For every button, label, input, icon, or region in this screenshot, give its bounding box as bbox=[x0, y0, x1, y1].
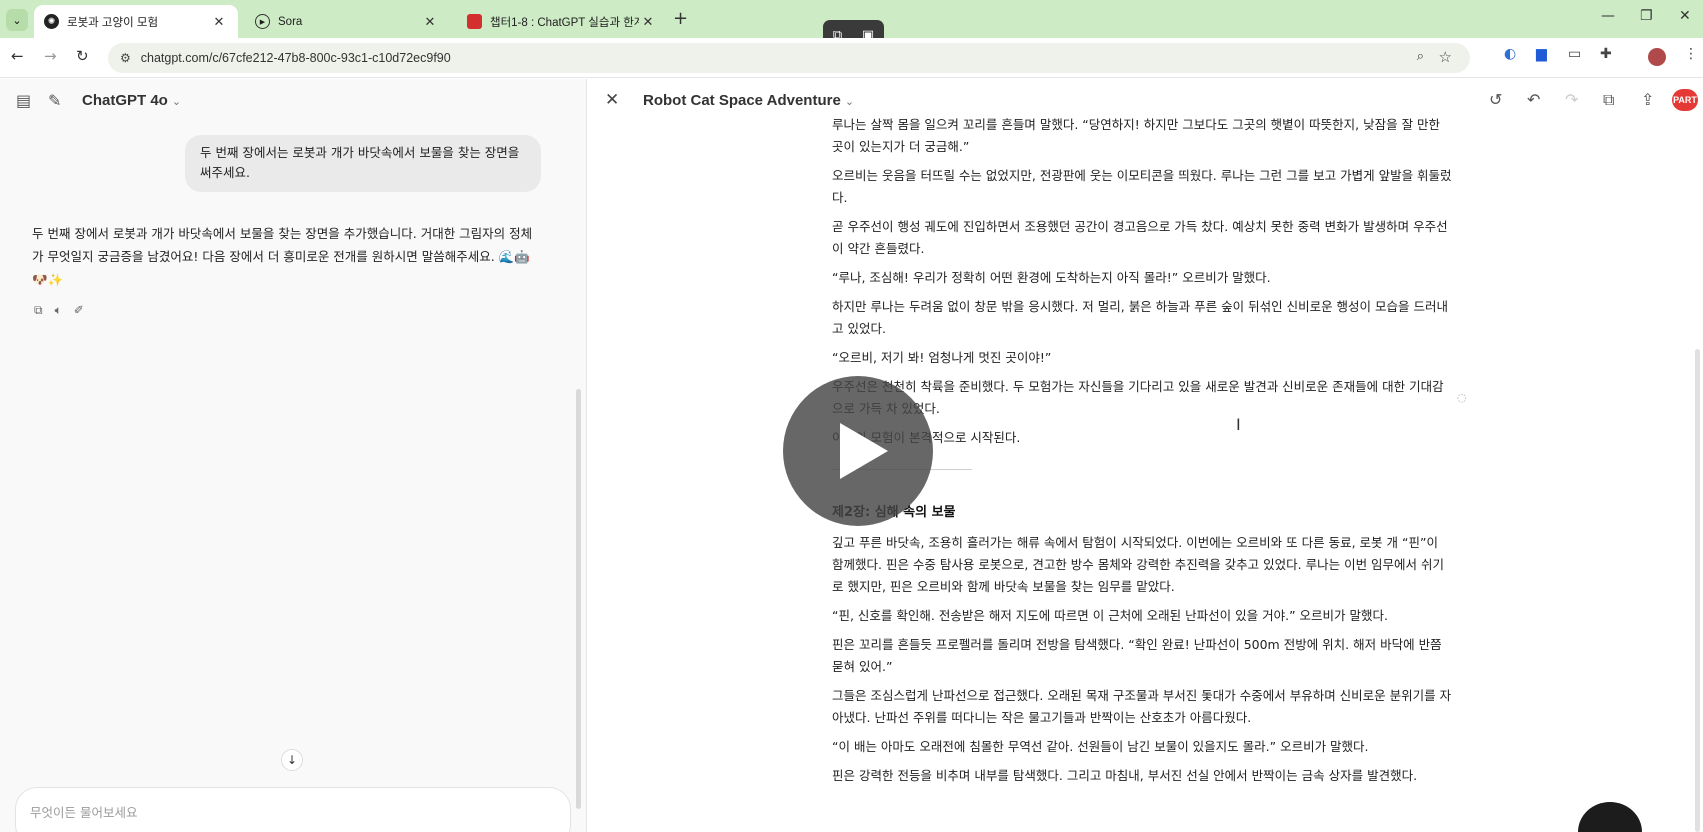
close-window-icon[interactable]: ✕ bbox=[1679, 8, 1691, 24]
version-history-icon[interactable]: ↺ bbox=[1489, 90, 1502, 109]
site-info-icon[interactable]: ⚙ bbox=[120, 51, 131, 65]
bookmark-star-icon[interactable]: ☆ bbox=[1439, 48, 1452, 66]
play-icon bbox=[840, 423, 888, 479]
message-composer[interactable]: 무엇이든 물어보세요 bbox=[15, 787, 571, 832]
chapter-heading: 제2장: 심해 속의 보물 bbox=[832, 505, 956, 520]
sidebar-toggle-icon[interactable]: ▤ bbox=[16, 91, 31, 110]
paragraph: “핀, 신호를 확인해. 전송받은 해저 지도에 따르면 이 근처에 오래된 난… bbox=[832, 608, 1388, 623]
comment-bubble-icon[interactable]: ◌ bbox=[1457, 391, 1467, 404]
paragraph: “이 배는 아마도 오래전에 침몰한 무역선 같아. 선원들이 남긴 보물이 있… bbox=[832, 739, 1369, 754]
paragraph: 핀은 꼬리를 흔들듯 프로펠러를 돌리며 전방을 탐색했다. “확인 완료! 난… bbox=[832, 637, 1442, 674]
canvas-panel: ✕ Robot Cat Space Adventure ⌄ ↺ ↶ ↷ ⧉ ⇪ P… bbox=[586, 79, 1703, 832]
composer-placeholder[interactable]: 무엇이든 물어보세요 bbox=[30, 805, 137, 820]
browser-tab-active[interactable]: ✺ 로봇과 고양이 모험 ✕ bbox=[34, 5, 238, 38]
extension-cast-icon[interactable]: ▭ bbox=[1568, 46, 1581, 62]
browser-menu-icon[interactable]: ⋮ bbox=[1684, 46, 1698, 62]
paragraph: 하지만 루나는 두려움 없이 창문 밖을 응시했다. 저 멀리, 붉은 하늘과 … bbox=[832, 299, 1448, 336]
close-tab-icon[interactable]: ✕ bbox=[639, 14, 657, 30]
paragraph: 곧 우주선이 행성 궤도에 진입하면서 조용했던 공간이 경고음으로 가득 찼다… bbox=[832, 219, 1448, 256]
video-play-button[interactable] bbox=[783, 376, 933, 526]
model-selector[interactable]: ChatGPT 4o ⌄ bbox=[82, 92, 181, 109]
text-cursor-icon: I bbox=[1236, 415, 1241, 434]
user-avatar[interactable]: PART bbox=[1672, 89, 1698, 111]
profile-avatar-icon[interactable] bbox=[1648, 48, 1666, 66]
paragraph: “루나, 조심해! 우리가 정확히 어떤 환경에 도착하는지 아직 몰라!” 오… bbox=[832, 270, 1271, 285]
copy-document-icon[interactable]: ⧉ bbox=[1603, 90, 1614, 110]
address-bar[interactable]: ⚙ chatgpt.com/c/67cfe212-47b8-800c-93c1-… bbox=[108, 43, 1470, 73]
tab-title: 챕터1-8 : ChatGPT 실습과 한계 bbox=[490, 16, 639, 29]
model-name: ChatGPT 4o bbox=[82, 92, 168, 109]
chat-scrollbar[interactable] bbox=[576, 389, 581, 809]
extension-trello-icon[interactable]: ▆ bbox=[1536, 46, 1547, 62]
browser-toolbar: ← → ↻ ⚙ chatgpt.com/c/67cfe212-47b8-800c… bbox=[0, 38, 1703, 78]
tab-title: 로봇과 고양이 모험 bbox=[67, 16, 159, 29]
chat-panel: ▤ ✎ ChatGPT 4o ⌄ 두 번째 장에서는 로봇과 개가 바닷속에서 보… bbox=[0, 79, 586, 832]
new-tab-icon[interactable]: + bbox=[673, 8, 688, 29]
chevron-down-icon: ⌄ bbox=[171, 96, 182, 108]
paragraph: 깊고 푸른 바닷속, 조용히 흘러가는 해류 속에서 탐험이 시작되었다. 이번… bbox=[832, 535, 1445, 594]
message-actions: ⧉ 🔈︎ ✐ bbox=[34, 303, 84, 318]
extensions-puzzle-icon[interactable]: ✚ bbox=[1600, 46, 1612, 62]
minimize-icon[interactable]: — bbox=[1601, 8, 1615, 24]
restore-icon[interactable]: ❐ bbox=[1640, 8, 1653, 24]
redo-icon[interactable]: ↷ bbox=[1565, 90, 1578, 109]
paragraph: 우주선은 천천히 착륙을 준비했다. 두 모험가는 자신들을 기다리고 있을 새… bbox=[832, 379, 1444, 416]
paragraph: 핀은 강력한 전등을 비추며 내부를 탐색했다. 그리고 마침내, 부서진 선실… bbox=[832, 768, 1418, 783]
paragraph: 오르비는 웃음을 터뜨릴 수는 없었지만, 전광판에 웃는 이모티콘을 띄웠다.… bbox=[832, 168, 1452, 205]
new-chat-icon[interactable]: ✎ bbox=[48, 91, 61, 110]
sora-icon: ▶ bbox=[255, 14, 270, 29]
tab-search-chevron-icon[interactable]: ⌄ bbox=[6, 9, 28, 31]
paragraph: “오르비, 저기 봐! 엄청나게 멋진 곳이야!” bbox=[832, 350, 1052, 365]
copy-icon[interactable]: ⧉ bbox=[34, 303, 43, 318]
chevron-down-icon: ⌄ bbox=[844, 96, 855, 108]
tab-title: Sora bbox=[278, 15, 303, 28]
read-aloud-icon[interactable]: 🔈︎ bbox=[55, 303, 62, 318]
close-tab-icon[interactable]: ✕ bbox=[210, 14, 228, 30]
canvas-title-text: Robot Cat Space Adventure bbox=[643, 92, 841, 109]
extension-translate-icon[interactable]: ◐ bbox=[1504, 46, 1516, 62]
canvas-scrollbar[interactable] bbox=[1695, 349, 1700, 832]
paragraph: 그들은 조심스럽게 난파선으로 접근했다. 오래된 목재 구조물과 부서진 돛대… bbox=[832, 688, 1452, 725]
forward-icon[interactable]: → bbox=[44, 47, 57, 65]
close-canvas-icon[interactable]: ✕ bbox=[605, 90, 619, 110]
reload-icon[interactable]: ↻ bbox=[76, 47, 89, 65]
close-tab-icon[interactable]: ✕ bbox=[421, 14, 439, 30]
back-icon[interactable]: ← bbox=[11, 47, 24, 65]
undo-icon[interactable]: ↶ bbox=[1527, 90, 1540, 109]
url-text[interactable]: chatgpt.com/c/67cfe212-47b8-800c-93c1-c1… bbox=[141, 51, 451, 65]
zoom-icon[interactable]: ⌕ bbox=[1417, 49, 1424, 64]
chatgpt-icon: ✺ bbox=[44, 14, 59, 29]
scroll-to-bottom-icon[interactable]: ↓ bbox=[281, 749, 303, 771]
document-icon bbox=[467, 14, 482, 29]
user-message: 두 번째 장에서는 로봇과 개가 바닷속에서 보물을 찾는 장면을 써주세요. bbox=[185, 135, 541, 192]
share-icon[interactable]: ⇪ bbox=[1641, 90, 1654, 109]
assistant-message: 두 번째 장에서 로봇과 개가 바닷속에서 보물을 찾는 장면을 추가했습니다.… bbox=[32, 226, 533, 287]
edit-in-canvas-icon[interactable]: ✐ bbox=[74, 303, 84, 318]
browser-tab-chapter[interactable]: 챕터1-8 : ChatGPT 실습과 한계 ✕ bbox=[457, 5, 667, 38]
paragraph: 루나는 살짝 몸을 일으켜 꼬리를 흔들며 말했다. “당연하지! 하지만 그보… bbox=[832, 117, 1441, 154]
browser-tab-sora[interactable]: ▶ Sora ✕ bbox=[245, 5, 449, 38]
canvas-title[interactable]: Robot Cat Space Adventure ⌄ bbox=[643, 92, 854, 109]
